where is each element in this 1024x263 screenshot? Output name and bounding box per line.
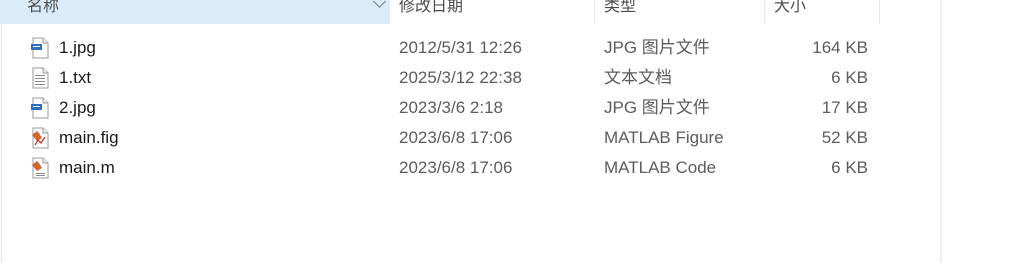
file-type: JPG 图片文件 [604,38,710,57]
jpg-file-icon [31,97,49,119]
file-name: 1.jpg [59,38,96,57]
file-type: MATLAB Figure [604,128,724,147]
file-name: main.fig [59,128,119,147]
file-modified-date: 2023/3/6 2:18 [399,98,503,117]
jpg-file-icon [31,37,49,59]
file-name: 1.txt [59,68,92,87]
file-list-pane: 名称 修改日期 类型 大小 1.jpg 2012/5/31 12:26 JPG … [0,0,1024,263]
file-size: 17 KB [821,98,868,117]
file-size: 164 KB [812,38,868,57]
file-row[interactable]: 1.txt 2025/3/12 22:38 文本文档 6 KB [0,63,880,93]
file-type: 文本文档 [604,68,672,87]
file-name: main.m [59,158,115,177]
column-header-type[interactable]: 类型 [595,0,765,24]
column-header-modified-label: 修改日期 [399,0,464,15]
file-size: 6 KB [831,158,868,177]
file-modified-date: 2012/5/31 12:26 [399,38,522,57]
column-header-type-label: 类型 [604,0,637,15]
file-row[interactable]: 2.jpg 2023/3/6 2:18 JPG 图片文件 17 KB [0,93,880,123]
column-separator[interactable] [879,0,880,24]
column-header-name[interactable]: 名称 [0,0,390,24]
column-header-row: 名称 修改日期 类型 大小 [0,0,880,24]
file-name: 2.jpg [59,98,96,117]
column-header-size[interactable]: 大小 [765,0,880,24]
file-row[interactable]: 1.jpg 2012/5/31 12:26 JPG 图片文件 164 KB [0,33,880,63]
matlab-figure-icon [32,127,49,149]
text-file-icon [32,67,49,89]
matlab-code-icon [32,157,49,179]
column-header-name-label: 名称 [27,0,60,15]
column-header-size-label: 大小 [774,0,807,15]
column-header-modified[interactable]: 修改日期 [390,0,595,24]
file-row[interactable]: main.m 2023/6/8 17:06 MATLAB Code 6 KB [0,153,880,183]
file-row[interactable]: main.fig 2023/6/8 17:06 MATLAB Figure 52… [0,123,880,153]
file-modified-date: 2023/6/8 17:06 [399,158,513,177]
file-size: 6 KB [831,68,868,87]
file-modified-date: 2023/6/8 17:06 [399,128,513,147]
file-type: JPG 图片文件 [604,98,710,117]
file-size: 52 KB [821,128,868,147]
pane-right-border [940,0,942,263]
file-type: MATLAB Code [604,158,717,177]
sort-chevron-down-icon[interactable] [373,0,386,8]
file-modified-date: 2025/3/12 22:38 [399,68,522,87]
